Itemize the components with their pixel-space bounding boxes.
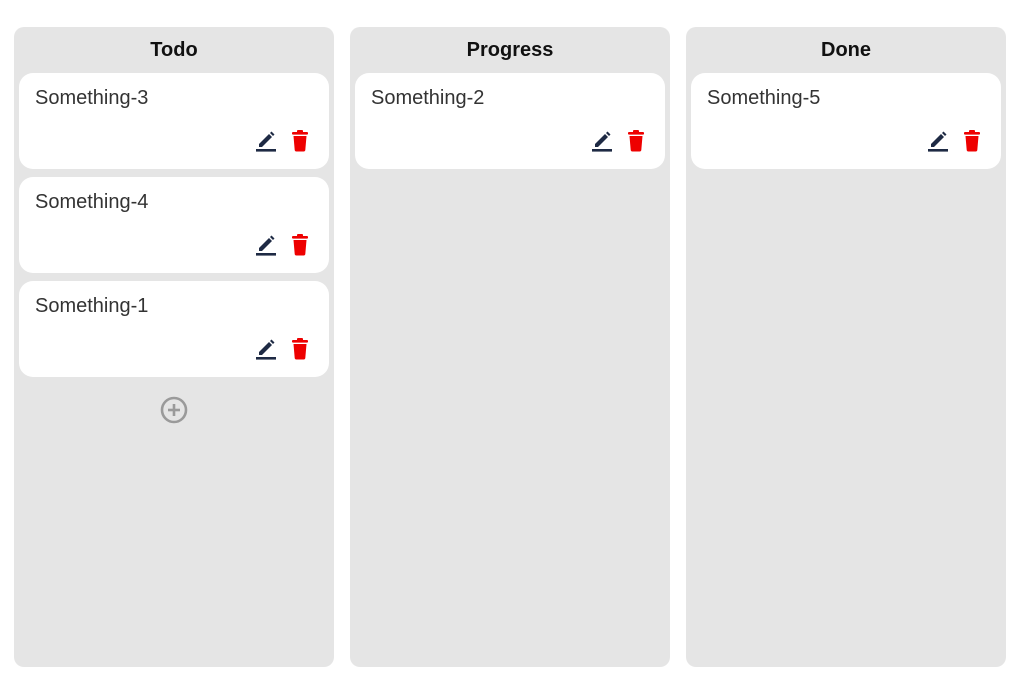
task-card-actions	[927, 129, 983, 153]
delete-trash-icon[interactable]	[625, 129, 647, 153]
column-title: Done	[821, 39, 871, 61]
card-list: Something-3 Something-4 Something-1	[14, 73, 334, 430]
column-title: Progress	[466, 39, 554, 61]
task-card-text: Something-4	[35, 191, 149, 213]
card-list: Something-2	[350, 73, 670, 169]
task-card[interactable]: Something-3	[19, 73, 329, 169]
edit-pencil-icon[interactable]	[255, 233, 277, 257]
task-card-actions	[255, 129, 311, 153]
card-list: Something-5	[686, 73, 1006, 169]
task-card-actions	[255, 337, 311, 361]
task-card-text: Something-5	[707, 87, 821, 109]
column-done: Done Something-5	[686, 27, 1006, 667]
column-todo: Todo Something-3 Something-4 Something-1	[14, 27, 334, 667]
task-card[interactable]: Something-5	[691, 73, 1001, 169]
edit-pencil-icon[interactable]	[255, 337, 277, 361]
add-card-area	[19, 385, 329, 430]
task-card-actions	[591, 129, 647, 153]
edit-pencil-icon[interactable]	[927, 129, 949, 153]
delete-trash-icon[interactable]	[289, 233, 311, 257]
task-card[interactable]: Something-4	[19, 177, 329, 273]
edit-pencil-icon[interactable]	[591, 129, 613, 153]
add-card-plus-circle-icon[interactable]	[159, 395, 189, 425]
task-card-text: Something-1	[35, 295, 149, 317]
task-card[interactable]: Something-2	[355, 73, 665, 169]
delete-trash-icon[interactable]	[289, 129, 311, 153]
delete-trash-icon[interactable]	[289, 337, 311, 361]
task-card-text: Something-2	[371, 87, 485, 109]
kanban-board: Todo Something-3 Something-4 Something-1…	[0, 0, 1028, 689]
column-title: Todo	[150, 39, 198, 61]
delete-trash-icon[interactable]	[961, 129, 983, 153]
task-card[interactable]: Something-1	[19, 281, 329, 377]
task-card-actions	[255, 233, 311, 257]
task-card-text: Something-3	[35, 87, 149, 109]
column-progress: Progress Something-2	[350, 27, 670, 667]
edit-pencil-icon[interactable]	[255, 129, 277, 153]
